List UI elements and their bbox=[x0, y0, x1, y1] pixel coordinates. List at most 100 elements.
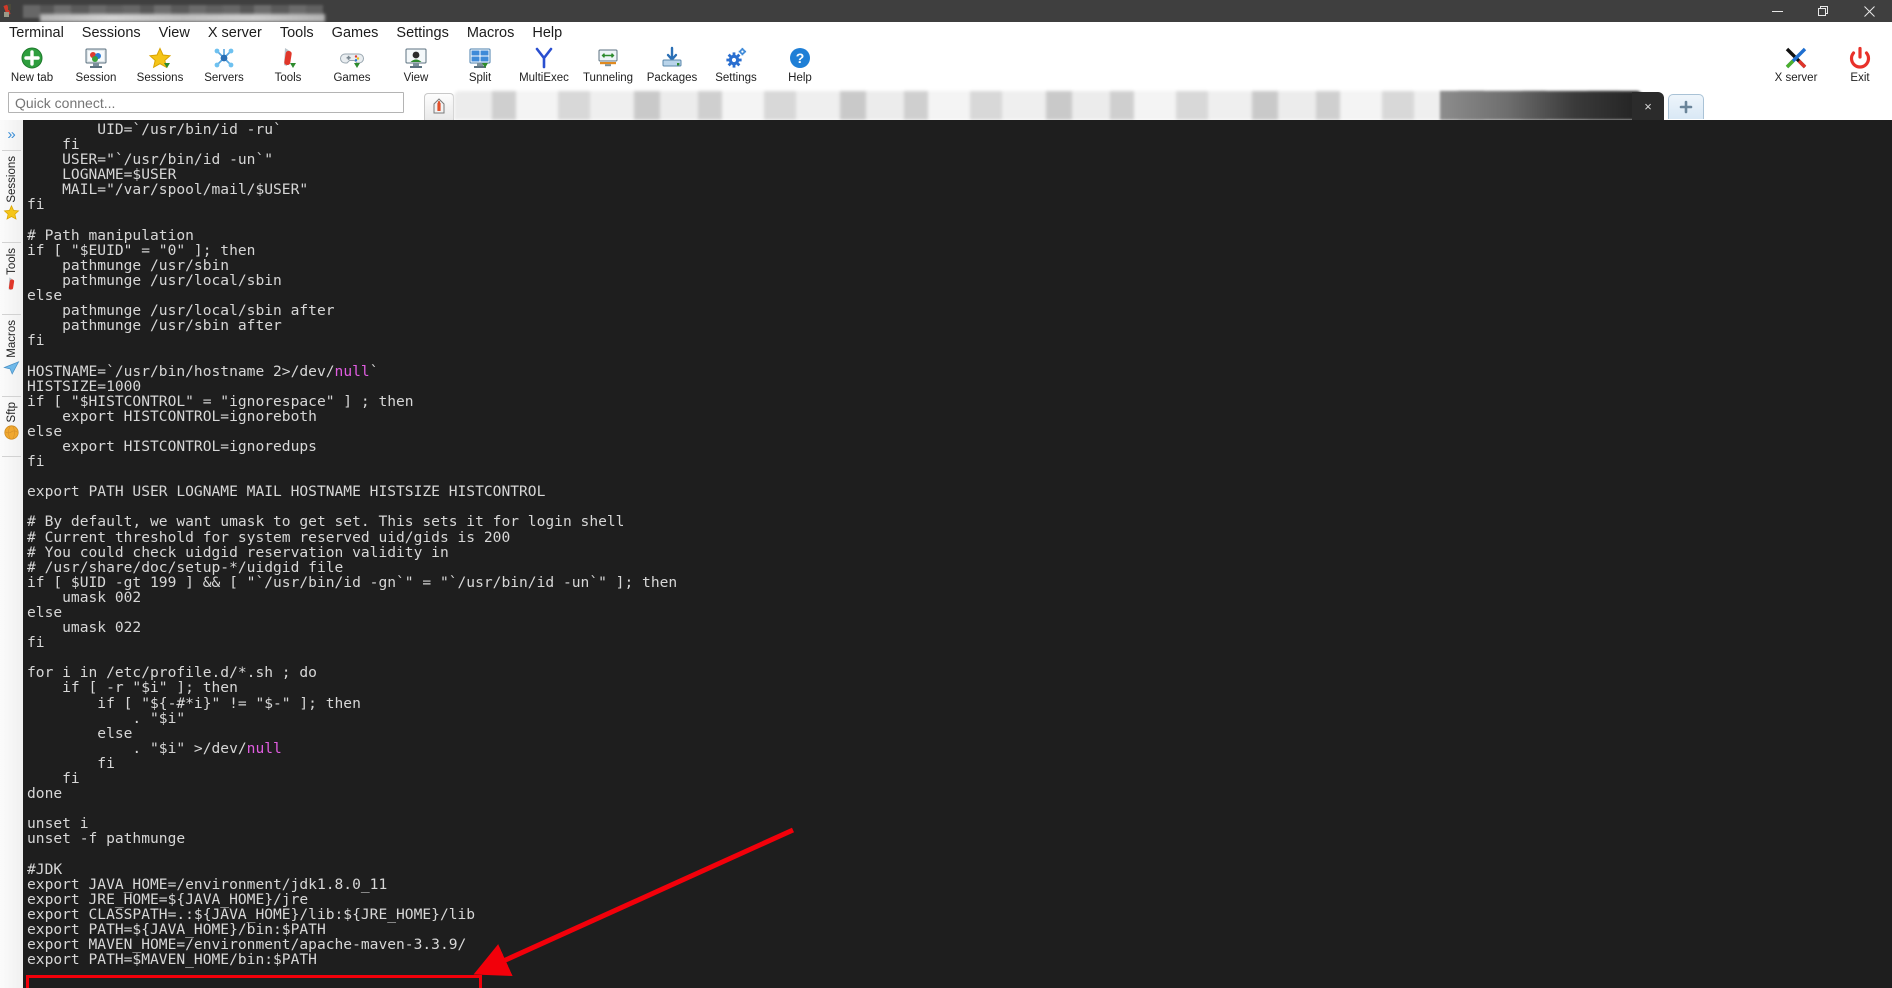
multiexec-fork-icon bbox=[529, 45, 559, 71]
sidebar-item-sftp[interactable]: Sftp bbox=[0, 400, 23, 442]
menu-x-server[interactable]: X server bbox=[199, 22, 271, 44]
terminal-line: fi bbox=[27, 136, 80, 154]
sidebar-divider bbox=[2, 396, 21, 397]
toolbar-label: Settings bbox=[715, 72, 757, 84]
terminal-line: USER="`/usr/bin/id -un`" bbox=[27, 151, 274, 169]
sidebar-divider bbox=[2, 242, 21, 243]
terminal-line: for i in /etc/profile.d/*.sh ; do bbox=[27, 664, 317, 682]
terminal-line: if [ "$HISTCONTROL" = "ignorespace" ] ; … bbox=[27, 392, 414, 410]
toolbar-label: Games bbox=[333, 72, 371, 84]
toolbar-settings-button[interactable]: Settings bbox=[704, 44, 768, 90]
toolbar-tunneling-button[interactable]: Tunneling bbox=[576, 44, 640, 90]
terminal-line: # You could check uidgid reservation val… bbox=[27, 543, 449, 561]
terminal-line: export JAVA_HOME=/environment/jdk1.8.0_1… bbox=[27, 875, 388, 893]
menu-games[interactable]: Games bbox=[323, 22, 388, 44]
toolbar-exit-button[interactable]: Exit bbox=[1828, 44, 1892, 90]
terminal-line: if [ -r "$i" ]; then bbox=[27, 679, 238, 697]
terminal-panel[interactable]: UID=`/usr/bin/id -ru` fi USER="`/usr/bin… bbox=[23, 120, 1892, 988]
menu-view[interactable]: View bbox=[150, 22, 199, 44]
view-monitor-icon bbox=[401, 45, 431, 71]
power-exit-icon bbox=[1845, 45, 1875, 71]
svg-text:?: ? bbox=[796, 50, 805, 66]
toolbar-split-button[interactable]: Split bbox=[448, 44, 512, 90]
sidebar-item-sessions[interactable]: Sessions bbox=[0, 154, 23, 223]
toolbar: New tab Session Sessions Servers Tools G… bbox=[0, 44, 1892, 91]
terminal-line: fi bbox=[27, 754, 115, 772]
toolbar-right-group: X server Exit bbox=[1764, 44, 1892, 90]
terminal-line: else bbox=[27, 724, 133, 742]
toolbar-label: Tunneling bbox=[582, 72, 634, 84]
sidebar-expand-button[interactable]: » bbox=[0, 120, 23, 148]
menu-tools[interactable]: Tools bbox=[271, 22, 323, 44]
toolbar-multiexec-button[interactable]: MultiExec bbox=[512, 44, 576, 90]
toolbar-help-button[interactable]: ? Help bbox=[768, 44, 832, 90]
terminal-line: fi bbox=[27, 332, 45, 350]
menu-sessions[interactable]: Sessions bbox=[73, 22, 150, 44]
split-panes-icon bbox=[465, 45, 495, 71]
terminal-line: LOGNAME=$USER bbox=[27, 166, 177, 184]
terminal-line: MAIL="/var/spool/mail/$USER" bbox=[27, 181, 309, 199]
swiss-knife-icon bbox=[273, 45, 303, 71]
terminal-line: unset i bbox=[27, 815, 89, 833]
menu-terminal[interactable]: Terminal bbox=[0, 22, 73, 44]
terminal-line: if [ "$EUID" = "0" ]; then bbox=[27, 241, 256, 259]
terminal-line: if [ $UID -gt 199 ] && [ "`/usr/bin/id -… bbox=[27, 573, 678, 591]
terminal-line: #JDK bbox=[27, 860, 63, 878]
tab-anchor-button[interactable] bbox=[424, 93, 454, 120]
tab-close-icon[interactable]: × bbox=[1632, 92, 1664, 120]
x-server-icon bbox=[1781, 45, 1811, 71]
sidebar-item-label: Macros bbox=[5, 320, 18, 358]
toolbar-label: Packages bbox=[646, 72, 698, 84]
close-button[interactable] bbox=[1846, 0, 1892, 22]
toolbar-packages-button[interactable]: Packages bbox=[640, 44, 704, 90]
servers-network-icon bbox=[209, 45, 239, 71]
toolbar-session-button[interactable]: Session bbox=[64, 44, 128, 90]
terminal-line: export CLASSPATH=.:${JAVA_HOME}/lib:${JR… bbox=[27, 905, 476, 923]
left-sidebar: » Sessions Tools Macros Sftp bbox=[0, 120, 24, 988]
toolbar-new-tab-button[interactable]: New tab bbox=[0, 44, 64, 90]
sidebar-item-macros[interactable]: Macros bbox=[0, 318, 23, 378]
sidebar-item-tools[interactable]: Tools bbox=[0, 246, 23, 295]
menu-help[interactable]: Help bbox=[523, 22, 571, 44]
toolbar-x-server-button[interactable]: X server bbox=[1764, 44, 1828, 90]
toolbar-games-button[interactable]: Games bbox=[320, 44, 384, 90]
toolbar-label: MultiExec bbox=[519, 72, 569, 84]
terminal-line: unset -f pathmunge bbox=[27, 830, 186, 848]
toolbar-sessions-button[interactable]: Sessions bbox=[128, 44, 192, 90]
title-bar bbox=[0, 0, 1892, 22]
menu-settings[interactable]: Settings bbox=[387, 22, 457, 44]
tunneling-icon bbox=[593, 45, 623, 71]
terminal-line: pathmunge /usr/sbin bbox=[27, 256, 230, 274]
restore-button[interactable] bbox=[1800, 0, 1846, 22]
terminal-line: . "$i" bbox=[27, 709, 186, 727]
swiss-knife-icon bbox=[2, 275, 22, 295]
menu-macros[interactable]: Macros bbox=[458, 22, 524, 44]
toolbar-label: Session bbox=[75, 72, 117, 84]
globe-orange-icon bbox=[2, 422, 22, 442]
toolbar-tools-button[interactable]: Tools bbox=[256, 44, 320, 90]
toolbar-label: Sessions bbox=[136, 72, 184, 84]
terminal-line: if [ "${-#*i}" != "$-" ]; then bbox=[27, 694, 361, 712]
menu-bar: Terminal Sessions View X server Tools Ga… bbox=[0, 22, 1892, 45]
terminal-line: UID=`/usr/bin/id -ru` bbox=[27, 121, 282, 138]
toolbar-label: Help bbox=[788, 72, 812, 84]
sidebar-item-label: Sessions bbox=[5, 156, 18, 203]
toolbar-label: Servers bbox=[204, 72, 244, 84]
session-monitor-icon bbox=[81, 45, 111, 71]
paper-plane-icon bbox=[2, 358, 22, 378]
terminal-line: # By default, we want umask to get set. … bbox=[27, 513, 625, 531]
terminal-line: fi bbox=[27, 453, 45, 471]
terminal-line: . "$i" >/dev/null bbox=[27, 739, 282, 757]
toolbar-servers-button[interactable]: Servers bbox=[192, 44, 256, 90]
minimize-button[interactable] bbox=[1754, 0, 1800, 22]
toolbar-label: Exit bbox=[1850, 72, 1870, 84]
terminal-line: export PATH=${JAVA_HOME}/bin:$PATH bbox=[27, 920, 326, 938]
session-tab-label-redacted-dark[interactable] bbox=[1440, 91, 1642, 120]
new-tab-plus-icon[interactable] bbox=[1668, 94, 1704, 119]
terminal-line: umask 002 bbox=[27, 588, 142, 606]
toolbar-view-button[interactable]: View bbox=[384, 44, 448, 90]
